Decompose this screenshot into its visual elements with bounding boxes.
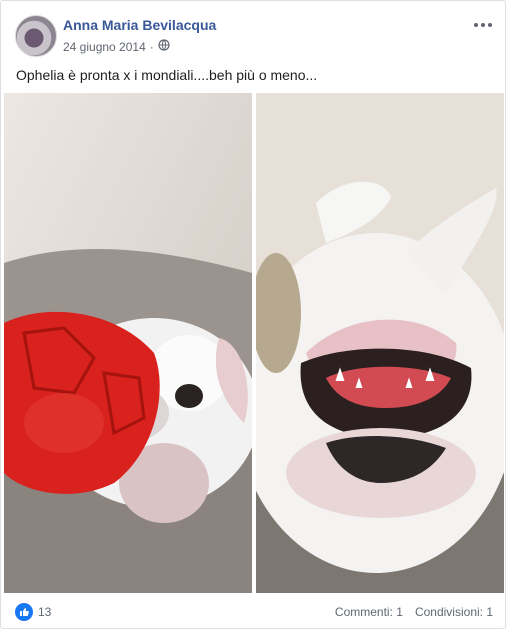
post-date[interactable]: 24 giugno 2014 <box>63 40 146 54</box>
like-icon[interactable] <box>15 603 33 621</box>
post-card: Anna Maria Bevilacqua 24 giugno 2014 · O… <box>0 0 506 629</box>
comments-count[interactable]: Commenti: 1 <box>335 605 403 619</box>
post-meta: 24 giugno 2014 · <box>63 39 170 54</box>
avatar[interactable] <box>15 15 57 57</box>
post-header: Anna Maria Bevilacqua 24 giugno 2014 · <box>15 15 495 57</box>
engagement-stats: Commenti: 1 Condivisioni: 1 <box>335 605 493 619</box>
photo-grid <box>4 93 504 593</box>
more-options-icon[interactable] <box>471 15 495 35</box>
post-footer: 13 Commenti: 1 Condivisioni: 1 <box>15 601 493 625</box>
author-name[interactable]: Anna Maria Bevilacqua <box>63 17 216 33</box>
shares-count[interactable]: Condivisioni: 1 <box>415 605 493 619</box>
bulldog-upside-down-photo[interactable] <box>256 93 504 593</box>
globe-icon[interactable] <box>158 39 170 54</box>
bulldog-with-red-ball-photo[interactable] <box>4 93 252 593</box>
post-text: Ophelia è pronta x i mondiali....beh più… <box>16 67 318 83</box>
reaction-count[interactable]: 13 <box>38 605 51 619</box>
meta-separator: · <box>149 39 154 54</box>
